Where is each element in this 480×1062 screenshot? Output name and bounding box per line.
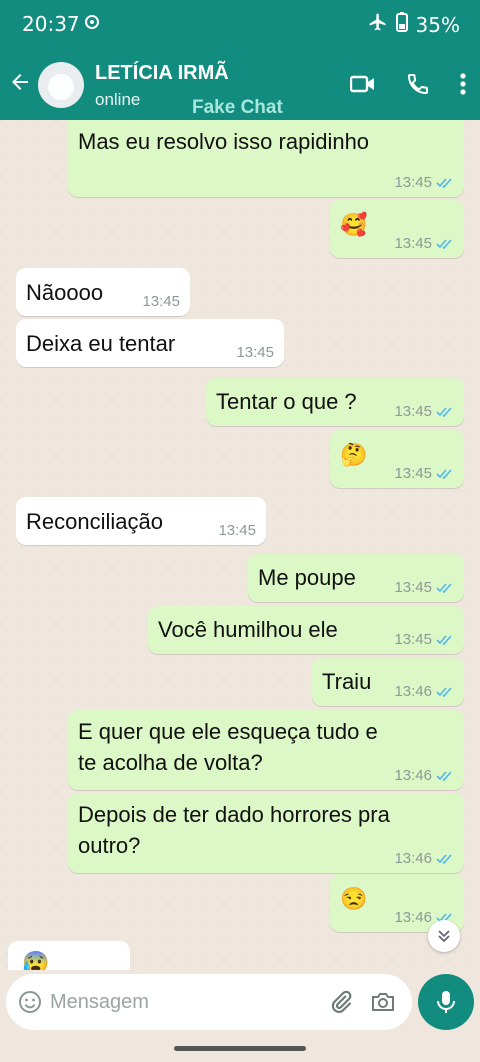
- message-bubble[interactable]: Depois de ter dado horrores pra outro? 1…: [68, 793, 464, 873]
- status-bar: 20:37 35%: [0, 0, 480, 50]
- contact-status: online: [95, 90, 141, 109]
- read-receipt-icon: [436, 854, 452, 864]
- message-composer: [6, 974, 412, 1030]
- status-time: 20:37: [22, 12, 80, 36]
- message-bubble[interactable]: 😰: [8, 941, 130, 970]
- read-receipt-icon: [436, 583, 452, 593]
- contact-name[interactable]: LETÍCIA IRMÃ: [95, 62, 229, 85]
- message-input[interactable]: [50, 986, 310, 1018]
- message-bubble[interactable]: Mas eu resolvo isso rapidinho 13:45: [68, 120, 464, 197]
- airplane-mode-icon: [368, 12, 388, 37]
- emoji-icon[interactable]: [18, 990, 42, 1018]
- message-bubble[interactable]: Nãoooo 13:45: [16, 268, 190, 316]
- microphone-icon: [437, 991, 455, 1013]
- voice-call-icon[interactable]: [406, 72, 430, 100]
- double-chevron-down-icon: [438, 930, 450, 943]
- read-receipt-icon: [436, 469, 452, 479]
- message-bubble[interactable]: E quer que ele esqueça tudo e te acolha …: [68, 710, 464, 790]
- read-receipt-icon: [436, 687, 452, 697]
- chat-header: LETÍCIA IRMÃ online Fake Chat: [0, 50, 480, 120]
- read-receipt-icon: [436, 635, 452, 645]
- back-arrow-icon[interactable]: [8, 70, 32, 98]
- read-receipt-icon: [436, 239, 452, 249]
- more-options-icon[interactable]: [460, 72, 466, 100]
- message-list[interactable]: Mas eu resolvo isso rapidinho 13:45 🥰 13…: [0, 120, 480, 970]
- message-bubble[interactable]: Tentar o que ? 13:45: [206, 378, 464, 426]
- message-bubble[interactable]: Traiu 13:46: [312, 658, 464, 706]
- read-receipt-icon: [436, 178, 452, 188]
- message-bubble[interactable]: Reconciliação 13:45: [16, 497, 266, 545]
- settings-status-icon: [84, 14, 100, 34]
- camera-icon[interactable]: [370, 990, 396, 1018]
- contact-avatar[interactable]: [38, 62, 84, 108]
- message-bubble[interactable]: 🥰 13:45: [330, 200, 464, 258]
- home-indicator[interactable]: [174, 1046, 306, 1051]
- battery-icon: [395, 12, 408, 37]
- watermark-text: Fake Chat: [192, 97, 283, 118]
- attachment-icon[interactable]: [328, 989, 354, 1019]
- read-receipt-icon: [436, 771, 452, 781]
- voice-message-button[interactable]: [418, 974, 474, 1030]
- video-call-icon[interactable]: [349, 73, 376, 99]
- message-bubble[interactable]: Deixa eu tentar 13:45: [16, 319, 284, 367]
- read-receipt-icon: [436, 407, 452, 417]
- scroll-to-bottom-button[interactable]: [428, 920, 460, 952]
- battery-percent: 35%: [415, 12, 460, 37]
- message-bubble[interactable]: Você humilhou ele 13:45: [148, 606, 464, 654]
- message-bubble[interactable]: Me poupe 13:45: [248, 554, 464, 602]
- message-bubble[interactable]: 🤔 13:45: [330, 430, 464, 488]
